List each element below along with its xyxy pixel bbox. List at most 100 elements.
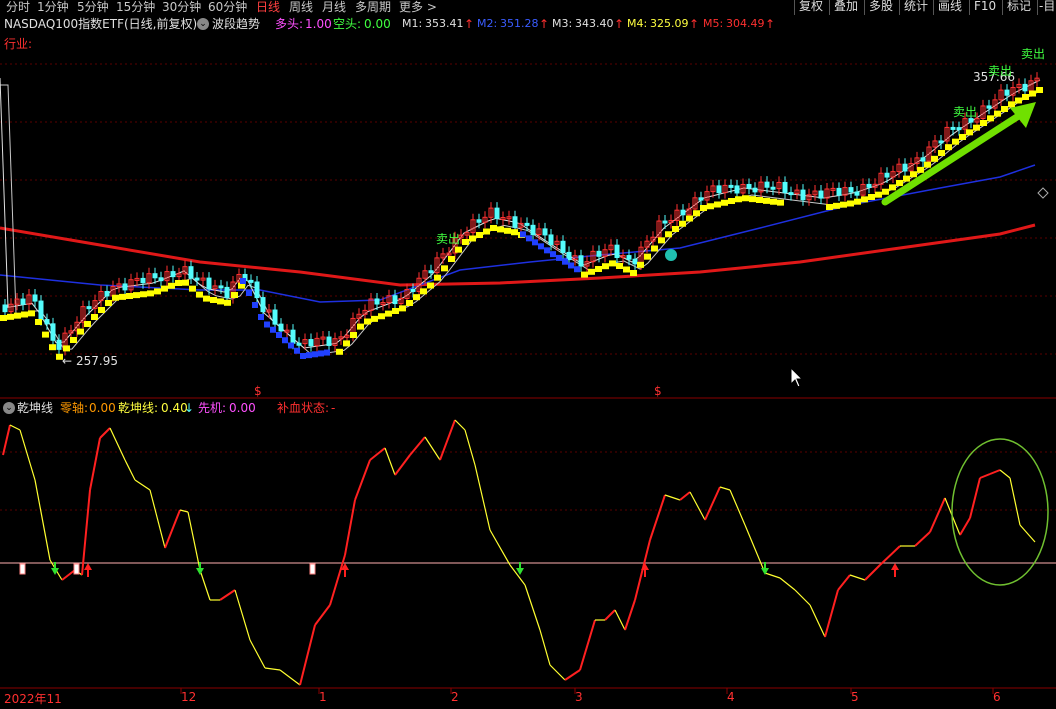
trend-block bbox=[1008, 101, 1015, 108]
trend-block bbox=[77, 328, 84, 335]
candle-body bbox=[2, 304, 8, 313]
indicator-name[interactable]: 波段趋势 bbox=[212, 16, 260, 32]
down-trend-block bbox=[240, 278, 246, 284]
candle-body bbox=[902, 163, 908, 172]
trend-block bbox=[224, 299, 231, 306]
x-axis-label: 1 bbox=[319, 690, 327, 704]
qiankun-line-segment bbox=[539, 629, 551, 666]
chevron-down-icon[interactable]: ⌄ bbox=[3, 402, 15, 414]
trend-block bbox=[182, 279, 189, 286]
qiankun-line-segment bbox=[61, 569, 76, 581]
candle-body bbox=[326, 336, 332, 346]
down-trend-block bbox=[574, 266, 580, 273]
buxue-value: - bbox=[331, 401, 336, 415]
qiankun-line-segment bbox=[2, 424, 11, 456]
main-price-chart[interactable] bbox=[0, 72, 1043, 360]
draw-line-button[interactable]: 画线 bbox=[933, 0, 969, 15]
indicator-panel-name[interactable]: 乾坤线 bbox=[17, 400, 53, 416]
qiankun-line-segment bbox=[979, 473, 991, 479]
trend-block bbox=[672, 226, 679, 232]
candle-body bbox=[626, 255, 632, 260]
trend-block bbox=[686, 215, 693, 222]
trend-block bbox=[98, 307, 105, 313]
period-tab[interactable]: 30分钟 bbox=[162, 0, 201, 16]
multi-stock-button[interactable]: 多股 bbox=[864, 0, 899, 15]
trend-block bbox=[42, 331, 49, 338]
qiankun-line-segment bbox=[19, 429, 36, 481]
trend-block bbox=[581, 271, 588, 278]
up-arrow-icon: ↑ bbox=[765, 17, 776, 31]
period-tab[interactable]: 1分钟 bbox=[37, 0, 69, 16]
candle-body bbox=[548, 234, 554, 245]
up-signal-icon bbox=[891, 563, 899, 570]
qiankun-line-segment bbox=[439, 419, 456, 461]
qiankun-line-segment bbox=[424, 436, 441, 461]
period-tab[interactable]: 周线 bbox=[289, 0, 313, 16]
trend-block bbox=[665, 231, 672, 238]
statistics-button[interactable]: 统计 bbox=[899, 0, 933, 15]
ma1-line bbox=[0, 77, 1041, 349]
down-trend-block bbox=[282, 337, 288, 344]
qiankun-line-segment bbox=[849, 574, 866, 581]
duotou-label: 多头: bbox=[275, 17, 304, 31]
trend-block bbox=[161, 285, 168, 292]
qiankun-line-segment bbox=[679, 491, 691, 501]
down-trend-block bbox=[306, 352, 312, 359]
qiankun-line-segment bbox=[624, 599, 636, 631]
down-trend-block bbox=[556, 254, 562, 261]
overlay-button[interactable]: 叠加 bbox=[829, 0, 864, 15]
period-tab[interactable]: 多周期 bbox=[355, 0, 391, 16]
trend-block bbox=[875, 191, 882, 198]
indicator-header: ⌄ 乾坤线 零轴: 0.00 乾坤线: 0.40 ↓ 先机: 0.00 补血状态… bbox=[0, 400, 1056, 416]
period-tab[interactable]: 月线 bbox=[322, 0, 346, 16]
signal-circle-icon bbox=[665, 249, 677, 261]
trend-block bbox=[931, 155, 938, 162]
trend-block bbox=[399, 305, 406, 312]
qiankun-line-segment bbox=[969, 477, 981, 519]
trend-block bbox=[189, 285, 196, 292]
trend-block bbox=[49, 344, 56, 351]
period-tab[interactable]: 15分钟 bbox=[116, 0, 155, 16]
f10-button[interactable]: F10 bbox=[969, 0, 1002, 15]
more-periods-button[interactable]: 更多 > bbox=[399, 0, 437, 16]
candle-body bbox=[746, 183, 752, 189]
trend-block bbox=[483, 228, 490, 235]
trend-block bbox=[833, 202, 840, 209]
period-tab[interactable]: 分时 bbox=[6, 0, 30, 16]
chevron-down-icon[interactable]: ⌄ bbox=[197, 18, 209, 30]
mark-button[interactable]: 标记 bbox=[1002, 0, 1037, 15]
candle-body bbox=[866, 183, 872, 188]
trend-block bbox=[882, 188, 889, 195]
period-tab[interactable]: 60分钟 bbox=[208, 0, 247, 16]
trend-block bbox=[1029, 90, 1036, 97]
down-trend-block bbox=[550, 251, 556, 258]
period-tab[interactable]: 5分钟 bbox=[77, 0, 109, 16]
trend-block bbox=[217, 298, 224, 305]
qiankun-line-segment bbox=[689, 491, 706, 521]
more-button[interactable]: -目 bbox=[1037, 0, 1056, 15]
candle-body bbox=[272, 309, 278, 325]
trend-block bbox=[168, 282, 175, 289]
indicator-chart[interactable] bbox=[2, 419, 1036, 686]
trend-block bbox=[63, 345, 70, 352]
period-tab-active[interactable]: 日线 bbox=[256, 0, 280, 16]
trend-block bbox=[840, 201, 847, 208]
kongtou-value: 0.00 bbox=[364, 17, 391, 31]
candle-body bbox=[986, 105, 992, 109]
trend-block bbox=[623, 266, 630, 273]
qiankun-line-segment bbox=[89, 437, 101, 491]
ma5-value: 304.49 bbox=[726, 17, 765, 30]
trend-block bbox=[231, 292, 238, 298]
trend-block bbox=[343, 340, 350, 347]
trend-block bbox=[763, 197, 770, 204]
qiankun-line-segment bbox=[704, 486, 721, 521]
ma4-label: M4: bbox=[627, 17, 648, 30]
qiankun-line-segment bbox=[809, 604, 826, 638]
candle-body bbox=[260, 297, 266, 313]
instrument-title: NASDAQ100指数ETF(日线,前复权) bbox=[4, 17, 198, 31]
chart-canvas[interactable] bbox=[0, 0, 1056, 709]
candle-body bbox=[44, 319, 50, 325]
sell-signal: 卖出 bbox=[436, 232, 461, 246]
ma1-value: 353.41 bbox=[425, 17, 464, 30]
fuquan-button[interactable]: 复权 bbox=[794, 0, 829, 15]
